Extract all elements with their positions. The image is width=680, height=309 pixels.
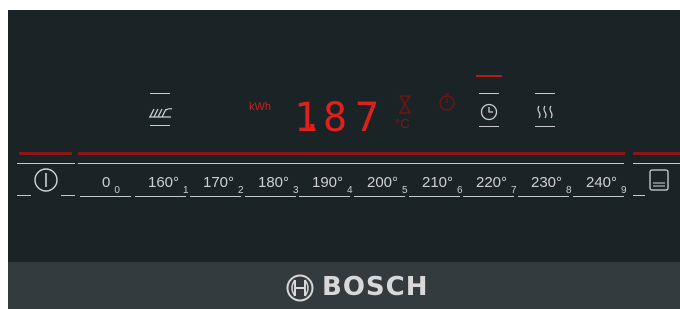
display-digit-3: 7 <box>355 95 380 141</box>
red-separator-left <box>19 152 72 155</box>
red-separator-center <box>78 152 625 155</box>
indicator-line <box>633 163 680 164</box>
grill-mode-button[interactable] <box>147 93 173 127</box>
indicator-line <box>633 195 645 196</box>
temp-option-230[interactable]: 230° 8 <box>531 174 572 196</box>
temp-index: 3 <box>293 185 299 196</box>
indicator-line <box>479 93 499 94</box>
hourglass-icon <box>398 95 412 114</box>
temp-underline <box>299 196 350 197</box>
indicator-line <box>535 93 555 94</box>
bosch-logo-icon <box>286 274 314 302</box>
clock-button[interactable] <box>476 75 502 129</box>
menu-icon <box>649 169 669 191</box>
temp-label: 190° <box>312 174 344 191</box>
temp-scale-top-line <box>78 163 624 164</box>
active-indicator <box>476 75 502 77</box>
temp-option-0[interactable]: 00 <box>102 174 120 196</box>
display-digit-2: 8 <box>323 95 348 141</box>
temp-label: 240° <box>586 174 618 191</box>
temp-index: 8 <box>566 185 572 196</box>
celsius-icon: °C <box>395 116 410 131</box>
temp-underline <box>573 196 624 197</box>
temp-label: 0 <box>102 174 111 191</box>
temp-option-210[interactable]: 210° 6 <box>422 174 463 196</box>
temp-option-170[interactable]: 170° 2 <box>203 174 244 196</box>
temp-index: 4 <box>347 185 353 196</box>
grill-icon <box>149 108 173 118</box>
temp-underline <box>463 196 514 197</box>
power-icon <box>34 168 58 192</box>
clock-icon <box>480 103 498 121</box>
power-button[interactable] <box>17 163 75 197</box>
temp-underline <box>190 196 241 197</box>
temp-underline <box>409 196 460 197</box>
indicator-line <box>150 93 170 94</box>
temp-option-180[interactable]: 180° 3 <box>258 174 299 196</box>
temp-label: 230° <box>531 174 563 191</box>
temp-index: 2 <box>238 185 244 196</box>
unit-label: kWh <box>249 101 271 113</box>
temp-index: 5 <box>402 185 408 196</box>
display-decimal: . <box>302 98 323 138</box>
temp-label: 200° <box>367 174 399 191</box>
temp-option-240[interactable]: 240° 9 <box>586 174 627 196</box>
indicator-line <box>61 195 75 196</box>
temp-option-190[interactable]: 190° 4 <box>312 174 353 196</box>
temp-underline <box>135 196 186 197</box>
temp-option-220[interactable]: 220° 7 <box>476 174 517 196</box>
temp-option-200[interactable]: 200° 5 <box>367 174 408 196</box>
red-separator-right <box>633 152 680 155</box>
temp-label: 170° <box>203 174 235 191</box>
temp-label: 210° <box>422 174 454 191</box>
temp-underline <box>245 196 296 197</box>
timer-icon <box>439 93 455 111</box>
temp-label: 160° <box>148 174 180 191</box>
steam-button[interactable] <box>532 93 558 129</box>
temp-index: 9 <box>621 185 627 196</box>
temp-index: 0 <box>114 185 120 196</box>
temp-index: 1 <box>183 185 189 196</box>
temp-underline <box>80 196 131 197</box>
temp-option-160[interactable]: 160° 1 <box>148 174 189 196</box>
temp-underline <box>354 196 405 197</box>
temp-label: 220° <box>476 174 508 191</box>
menu-button[interactable] <box>633 163 680 197</box>
temp-index: 6 <box>457 185 463 196</box>
indicator-line <box>150 125 170 126</box>
temp-label: 180° <box>258 174 290 191</box>
temp-index: 7 <box>511 185 517 196</box>
indicator-line <box>479 126 499 127</box>
indicator-line <box>17 195 31 196</box>
indicator-line <box>17 163 75 164</box>
indicator-line <box>535 126 555 127</box>
temp-underline <box>518 196 569 197</box>
brand-name: BOSCH <box>322 272 429 302</box>
steam-icon <box>537 105 553 119</box>
